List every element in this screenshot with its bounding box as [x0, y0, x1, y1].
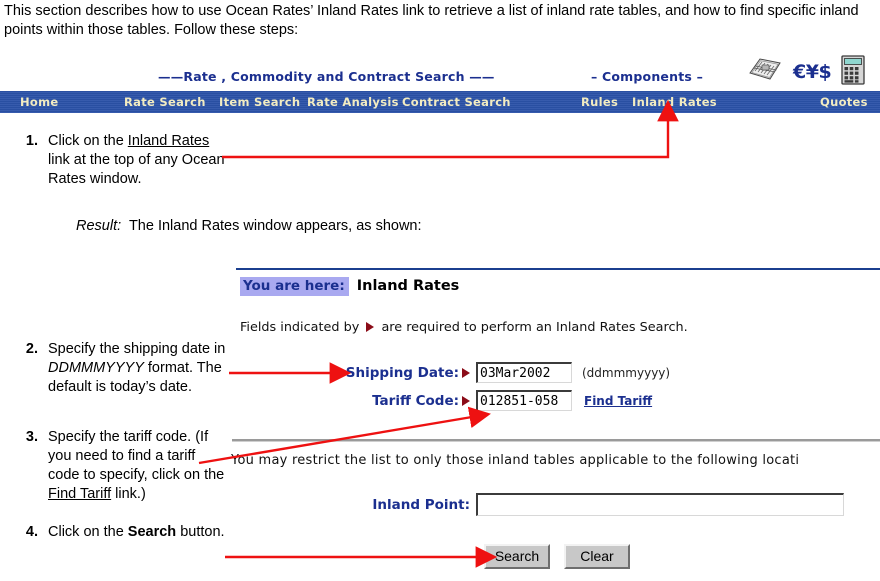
- currency-icon[interactable]: €¥$: [793, 61, 832, 83]
- step-3-part-1: Find Tariff: [48, 486, 112, 502]
- panel-top-rule: [236, 268, 880, 270]
- page-title: Inland Rates: [356, 278, 460, 294]
- step-4: 4. Click on the Search button.: [12, 523, 227, 542]
- restrict-list-description: You may restrict the list to only those …: [231, 453, 800, 468]
- step-2-part-1: DDMMMYYYY: [48, 360, 144, 376]
- shipping-date-label-text: Shipping Date:: [345, 364, 459, 381]
- required-note-before: Fields indicated by: [240, 320, 360, 335]
- step-2-part-0: Specify the shipping date in: [48, 341, 226, 357]
- nav-item-contract-search[interactable]: Contract Search: [402, 95, 511, 109]
- nav-item-quotes[interactable]: Quotes: [820, 95, 868, 109]
- result-label: Result:: [76, 218, 122, 234]
- step-3-part-0: Specify the tariff code. (If you need to…: [48, 429, 225, 483]
- inland-point-label: Inland Point:: [372, 496, 470, 513]
- step-1: 1. Click on the Inland Rates link at the…: [12, 132, 227, 189]
- step-4-text: Click on the Search button.: [48, 523, 227, 542]
- step-3-number: 3.: [25, 429, 38, 445]
- step-4-number: 4.: [25, 524, 38, 540]
- tariff-code-label-text: Tariff Code:: [372, 392, 459, 409]
- step-3: 3. Specify the tariff code. (If you need…: [12, 428, 227, 504]
- result-text: The Inland Rates window appears, as show…: [128, 218, 422, 234]
- required-marker-icon: [366, 322, 375, 332]
- intro-paragraph: This section describes how to use Ocean …: [4, 3, 859, 38]
- required-note-after: are required to perform an Inland Rates …: [381, 320, 688, 335]
- result-note: Result: The Inland Rates window appears,…: [76, 218, 422, 234]
- shipping-date-format-hint: (ddmmmyyyy): [582, 365, 671, 380]
- step-1-text: Click on the Inland Rates link at the to…: [48, 132, 227, 189]
- step-2-number: 2.: [25, 341, 38, 357]
- step-1-part-1: Inland Rates: [127, 133, 210, 149]
- shipping-date-row: Shipping Date: 03Mar2002 (ddmmmyyyy): [330, 362, 670, 386]
- step-2: 2. Specify the shipping date in DDMMMYYY…: [12, 340, 232, 397]
- main-navigation-bar: Home Rate Search Item Search Rate Analys…: [0, 91, 880, 113]
- shipping-date-label: Shipping Date:: [330, 365, 470, 381]
- tariff-code-row: Tariff Code: 012851-058 Find Tariff: [330, 390, 652, 414]
- inland-point-row: Inland Point:: [350, 493, 844, 517]
- step-1-number: 1.: [25, 133, 38, 149]
- tariff-code-label: Tariff Code:: [330, 393, 470, 409]
- caption-rate-commodity-contract-search: ——Rate , Commodity and Contract Search —…: [158, 69, 495, 84]
- step-4-part-2: button.: [176, 524, 225, 540]
- device-icon[interactable]: [748, 57, 782, 88]
- step-1-part-0: Click on the: [48, 133, 128, 149]
- step-2-text: Specify the shipping date in DDMMMYYYY f…: [48, 340, 232, 397]
- step-1-part-2: link at the top of any Ocean Rates windo…: [48, 152, 225, 187]
- nav-item-home[interactable]: Home: [20, 95, 59, 109]
- find-tariff-link[interactable]: Find Tariff: [584, 394, 652, 408]
- tariff-code-input[interactable]: 012851-058: [476, 390, 572, 411]
- step-4-part-1: Search: [127, 524, 177, 540]
- search-button[interactable]: Search: [484, 544, 550, 569]
- nav-item-inland-rates[interactable]: Inland Rates: [632, 95, 717, 109]
- form-button-row: Search Clear: [484, 544, 644, 569]
- nav-item-rate-analysis[interactable]: Rate Analysis: [307, 95, 399, 109]
- section-divider: [232, 439, 880, 442]
- inland-point-input[interactable]: [476, 493, 844, 516]
- calculator-icon[interactable]: [841, 55, 865, 90]
- shipping-date-required-icon: [462, 367, 470, 378]
- nav-item-rules[interactable]: Rules: [581, 95, 618, 109]
- tariff-code-required-icon: [462, 395, 470, 406]
- shipping-date-input[interactable]: 03Mar2002: [476, 362, 572, 383]
- clear-button[interactable]: Clear: [564, 544, 630, 569]
- step-3-part-2: link.): [111, 486, 146, 502]
- breadcrumb-here-label: You are here:: [240, 277, 349, 296]
- step-3-text: Specify the tariff code. (If you need to…: [48, 428, 227, 504]
- required-fields-note: Fields indicated by are required to perf…: [240, 320, 688, 335]
- step-4-part-0: Click on the: [48, 524, 128, 540]
- nav-item-rate-search[interactable]: Rate Search: [124, 95, 206, 109]
- nav-item-item-search[interactable]: Item Search: [219, 95, 300, 109]
- caption-components: – Components –: [591, 69, 704, 84]
- breadcrumb: You are here: Inland Rates: [240, 277, 459, 296]
